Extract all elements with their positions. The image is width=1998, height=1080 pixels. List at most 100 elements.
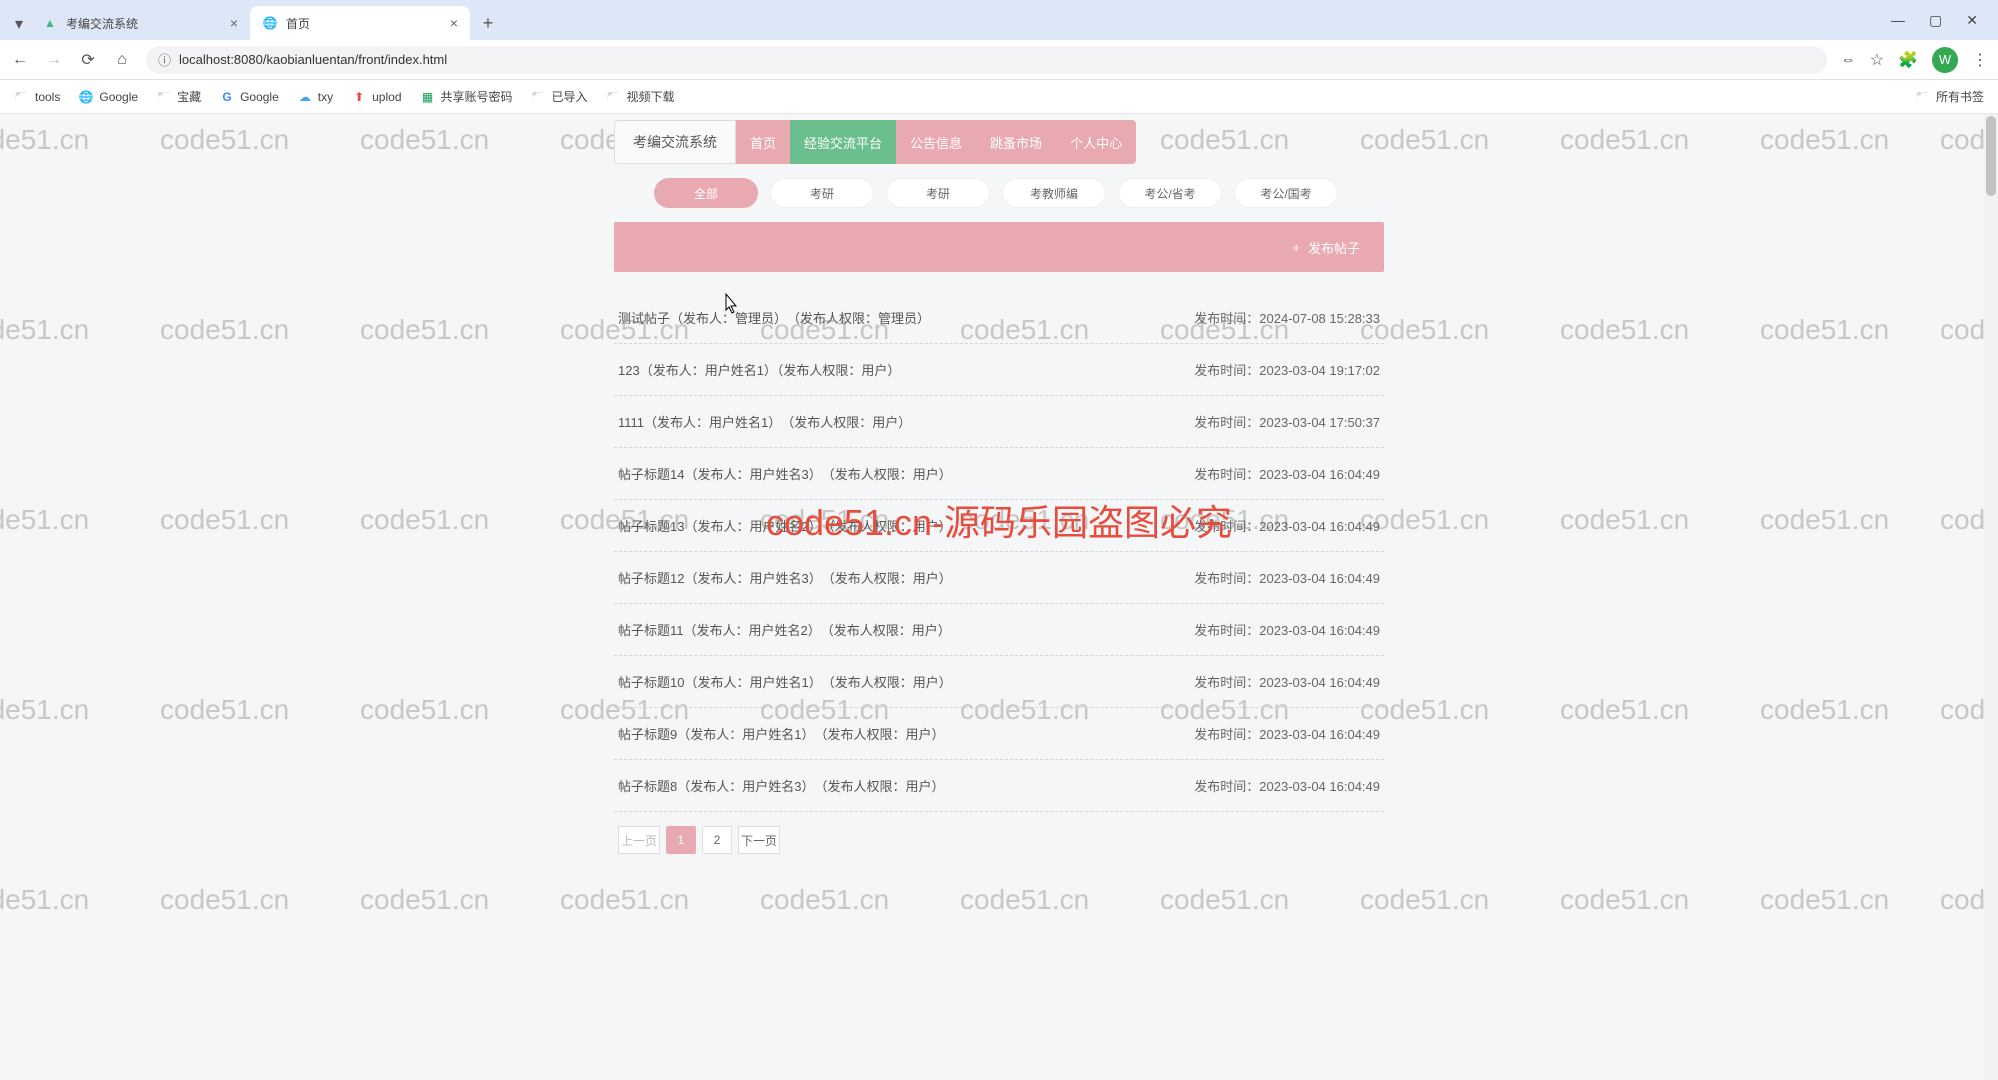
globe-icon: 🌐 bbox=[262, 15, 278, 31]
forward-icon: → bbox=[44, 51, 64, 69]
bookmark-item[interactable]: 宝藏 bbox=[156, 88, 201, 105]
bookmark-item[interactable]: G Google bbox=[219, 89, 279, 105]
filter-item[interactable]: 考研 bbox=[886, 178, 990, 208]
post-time: 发布时间：2023-03-04 17:50:37 bbox=[1194, 412, 1380, 431]
bookmark-label: Google bbox=[240, 90, 279, 104]
site-info-icon[interactable]: ⓘ bbox=[158, 50, 171, 69]
tab-title: 首页 bbox=[286, 15, 310, 32]
post-title: 帖子标题14（发布人：用户姓名3） （发布人权限：用户） bbox=[618, 464, 1194, 483]
all-bookmarks[interactable]: 所有书签 bbox=[1915, 88, 1984, 105]
post-list: 测试帖子（发布人：管理员） （发布人权限：管理员）发布时间：2024-07-08… bbox=[614, 292, 1384, 812]
reload-icon[interactable]: ⟳ bbox=[78, 50, 98, 70]
post-row[interactable]: 帖子标题12（发布人：用户姓名3） （发布人权限：用户）发布时间：2023-03… bbox=[614, 552, 1384, 604]
close-icon[interactable]: × bbox=[230, 15, 238, 31]
nav-market[interactable]: 跳蚤市场 bbox=[976, 120, 1056, 164]
address-bar: ← → ⟳ ⌂ ⓘ localhost:8080/kaobianluentan/… bbox=[0, 40, 1998, 80]
nav-experience[interactable]: 经验交流平台 bbox=[790, 120, 896, 164]
post-row[interactable]: 1111（发布人：用户姓名1） （发布人权限：用户）发布时间：2023-03-0… bbox=[614, 396, 1384, 448]
nav-profile[interactable]: 个人中心 bbox=[1056, 120, 1136, 164]
filter-item[interactable]: 考公/省考 bbox=[1118, 178, 1222, 208]
bookmark-label: 视频下载 bbox=[627, 88, 675, 105]
post-title: 测试帖子（发布人：管理员） （发布人权限：管理员） bbox=[618, 308, 1194, 327]
bookmark-label: tools bbox=[35, 90, 60, 104]
pagination: 上一页 1 2 下一页 bbox=[614, 826, 1384, 854]
back-icon[interactable]: ← bbox=[10, 51, 30, 69]
bookmark-label: Google bbox=[99, 90, 138, 104]
post-time: 发布时间：2023-03-04 16:04:49 bbox=[1194, 724, 1380, 743]
nav-announce[interactable]: 公告信息 bbox=[896, 120, 976, 164]
folder-icon bbox=[1915, 89, 1931, 105]
post-row[interactable]: 帖子标题10（发布人：用户姓名1） （发布人权限：用户）发布时间：2023-03… bbox=[614, 656, 1384, 708]
menu-icon[interactable]: ⋮ bbox=[1972, 50, 1988, 70]
bookmark-item[interactable]: tools bbox=[14, 89, 60, 105]
folder-icon bbox=[531, 89, 547, 105]
new-tab-button[interactable]: + bbox=[474, 9, 502, 37]
extensions-icon[interactable]: 🧩 bbox=[1898, 50, 1918, 70]
page-number[interactable]: 2 bbox=[702, 826, 732, 854]
cloud-icon: ☁ bbox=[297, 89, 313, 105]
category-filters: 全部 考研 考研 考教师编 考公/省考 考公/国考 bbox=[614, 178, 1384, 208]
vertical-scrollbar[interactable] bbox=[1984, 114, 1998, 1080]
google-icon: G bbox=[219, 89, 235, 105]
filter-item[interactable]: 考教师编 bbox=[1002, 178, 1106, 208]
bookmark-label: 共享账号密码 bbox=[441, 88, 513, 105]
bookmark-item[interactable]: 视频下载 bbox=[606, 88, 675, 105]
post-title: 1111（发布人：用户姓名1） （发布人权限：用户） bbox=[618, 412, 1194, 431]
post-title: 帖子标题11（发布人：用户姓名2） （发布人权限：用户） bbox=[618, 620, 1194, 639]
bookmark-label: 已导入 bbox=[552, 88, 588, 105]
post-time: 发布时间：2024-07-08 15:28:33 bbox=[1194, 308, 1380, 327]
page-prev[interactable]: 上一页 bbox=[618, 826, 660, 854]
tab-title: 考编交流系统 bbox=[66, 15, 138, 32]
bookmark-item[interactable]: 🌐Google bbox=[78, 89, 138, 105]
post-title: 帖子标题8（发布人：用户姓名3） （发布人权限：用户） bbox=[618, 776, 1194, 795]
upload-icon: ⬆ bbox=[351, 89, 367, 105]
folder-icon bbox=[14, 89, 30, 105]
bookmark-item[interactable]: 已导入 bbox=[531, 88, 588, 105]
chevron-down-icon[interactable]: ▾ bbox=[8, 14, 30, 34]
post-time: 发布时间：2023-03-04 16:04:49 bbox=[1194, 464, 1380, 483]
post-title: 帖子标题10（发布人：用户姓名1） （发布人权限：用户） bbox=[618, 672, 1194, 691]
url-text: localhost:8080/kaobianluentan/front/inde… bbox=[179, 52, 447, 67]
bookmark-star-icon[interactable]: ☆ bbox=[1870, 50, 1884, 70]
post-time: 发布时间：2023-03-04 16:04:49 bbox=[1194, 516, 1380, 535]
nav-home[interactable]: 首页 bbox=[736, 120, 790, 164]
bookmark-label: txy bbox=[318, 90, 333, 104]
post-title: 123（发布人：用户姓名1）（发布人权限：用户） bbox=[618, 360, 1194, 379]
page-number[interactable]: 1 bbox=[666, 826, 696, 854]
post-time: 发布时间：2023-03-04 16:04:49 bbox=[1194, 620, 1380, 639]
filter-item[interactable]: 考研 bbox=[770, 178, 874, 208]
scrollbar-thumb[interactable] bbox=[1986, 116, 1996, 196]
bookmark-item[interactable]: ⬆uplod bbox=[351, 89, 401, 105]
plus-icon: + bbox=[1292, 240, 1300, 255]
filter-item[interactable]: 考公/国考 bbox=[1234, 178, 1338, 208]
bookmark-item[interactable]: ▦ 共享账号密码 bbox=[420, 88, 513, 105]
browser-tab[interactable]: ▲ 考编交流系统 × bbox=[30, 6, 250, 40]
publish-label: 发布帖子 bbox=[1308, 238, 1360, 257]
post-row[interactable]: 123（发布人：用户姓名1）（发布人权限：用户）发布时间：2023-03-04 … bbox=[614, 344, 1384, 396]
post-row[interactable]: 帖子标题11（发布人：用户姓名2） （发布人权限：用户）发布时间：2023-03… bbox=[614, 604, 1384, 656]
post-row[interactable]: 帖子标题8（发布人：用户姓名3） （发布人权限：用户）发布时间：2023-03-… bbox=[614, 760, 1384, 812]
post-row[interactable]: 帖子标题14（发布人：用户姓名3） （发布人权限：用户）发布时间：2023-03… bbox=[614, 448, 1384, 500]
bookmark-item[interactable]: ☁ txy bbox=[297, 89, 333, 105]
home-icon[interactable]: ⌂ bbox=[112, 51, 132, 69]
sheet-icon: ▦ bbox=[420, 89, 436, 105]
post-row[interactable]: 帖子标题9（发布人：用户姓名1） （发布人权限：用户）发布时间：2023-03-… bbox=[614, 708, 1384, 760]
close-window-icon[interactable]: ✕ bbox=[1966, 12, 1978, 29]
page-next[interactable]: 下一页 bbox=[738, 826, 780, 854]
url-input[interactable]: ⓘ localhost:8080/kaobianluentan/front/in… bbox=[146, 46, 1827, 74]
post-row[interactable]: 测试帖子（发布人：管理员） （发布人权限：管理员）发布时间：2024-07-08… bbox=[614, 292, 1384, 344]
bookmark-label: 所有书签 bbox=[1936, 88, 1984, 105]
filter-all[interactable]: 全部 bbox=[654, 178, 758, 208]
post-row[interactable]: 帖子标题13（发布人：用户姓名2） （发布人权限：用户）发布时间：2023-03… bbox=[614, 500, 1384, 552]
post-title: 帖子标题12（发布人：用户姓名3） （发布人权限：用户） bbox=[618, 568, 1194, 587]
minimize-icon[interactable]: — bbox=[1891, 12, 1905, 28]
browser-tab-active[interactable]: 🌐 首页 × bbox=[250, 6, 470, 40]
publish-post-button[interactable]: + 发布帖子 bbox=[614, 222, 1384, 272]
profile-avatar[interactable]: W bbox=[1932, 47, 1958, 73]
main-nav: 考编交流系统 首页 经验交流平台 公告信息 跳蚤市场 个人中心 bbox=[614, 120, 1384, 164]
post-time: 发布时间：2023-03-04 16:04:49 bbox=[1194, 568, 1380, 587]
browser-tab-strip: ▾ ▲ 考编交流系统 × 🌐 首页 × + — ▢ ✕ bbox=[0, 0, 1998, 40]
close-icon[interactable]: × bbox=[450, 15, 458, 31]
maximize-icon[interactable]: ▢ bbox=[1929, 12, 1942, 29]
share-icon[interactable]: ⇔ bbox=[1841, 51, 1856, 68]
